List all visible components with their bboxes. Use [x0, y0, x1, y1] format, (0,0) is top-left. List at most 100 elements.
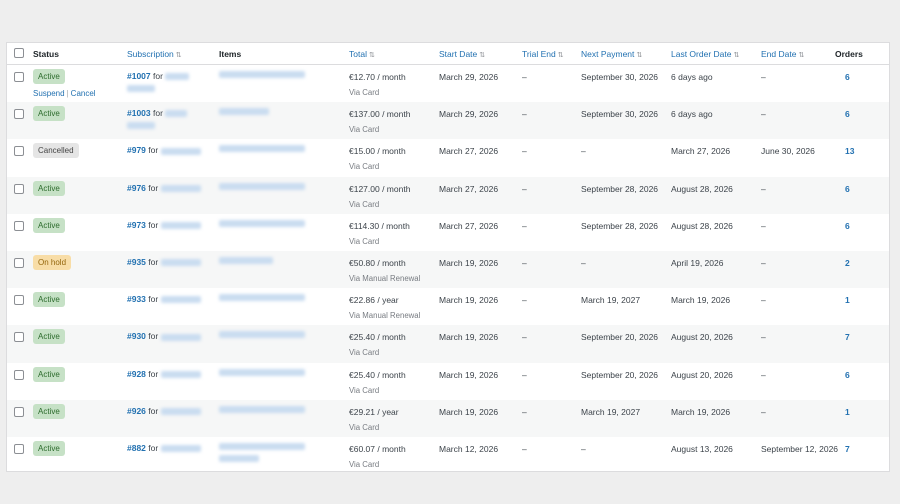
table-row[interactable]: Active #976 for €127.00 / month Via Card Ma…: [7, 176, 889, 214]
cancel-link[interactable]: Cancel: [71, 89, 96, 98]
start-date: March 27, 2026: [439, 220, 499, 231]
orders-count-link[interactable]: 6: [845, 370, 850, 380]
orders-count-link[interactable]: 7: [845, 444, 850, 454]
status-badge: Active: [33, 217, 65, 233]
customer-name-redacted[interactable]: [165, 73, 190, 81]
customer-name-redacted[interactable]: [160, 184, 201, 192]
subscription-link[interactable]: #1007: [127, 71, 151, 81]
next-payment: March 19, 2027: [581, 406, 641, 417]
subscription-link[interactable]: #979: [127, 145, 146, 155]
item-redacted[interactable]: [219, 368, 305, 376]
orders-count-link[interactable]: 6: [845, 184, 850, 194]
table-row[interactable]: Active #1003 for €137.00 / month Via Card M…: [7, 102, 889, 140]
item-redacted[interactable]: [219, 257, 273, 264]
trial-end: –: [522, 258, 527, 268]
column-trial-end[interactable]: Trial End ⇅: [522, 49, 564, 59]
table-row[interactable]: Active #882 for €60.07 / month Via Card Mar…: [7, 437, 889, 471]
row-checkbox[interactable]: [14, 444, 24, 454]
end-date: –: [761, 295, 766, 306]
orders-count-link[interactable]: 13: [845, 146, 854, 156]
table-row[interactable]: Active #928 for €25.40 / month Via Card Mar…: [7, 363, 889, 400]
row-checkbox[interactable]: [14, 332, 24, 343]
row-checkbox[interactable]: [14, 183, 24, 194]
subscription-link[interactable]: #976: [127, 183, 146, 193]
subscription-cell: #935 for: [127, 257, 201, 267]
total-cell: €114.30 / month Via Card: [349, 221, 410, 246]
orders-count-link[interactable]: 6: [845, 221, 850, 231]
item-redacted[interactable]: [219, 405, 305, 413]
last-order-date: 6 days ago: [671, 109, 713, 120]
next-payment: –: [581, 444, 586, 454]
status-badge: Active: [33, 441, 65, 456]
table-row[interactable]: Active #930 for €25.40 / month Via Card Mar…: [7, 325, 889, 363]
row-checkbox[interactable]: [14, 406, 24, 417]
customer-name-redacted[interactable]: [160, 445, 201, 453]
item-redacted[interactable]: [219, 182, 305, 190]
column-total[interactable]: Total ⇅: [349, 49, 375, 59]
customer-name-redacted[interactable]: [160, 333, 201, 341]
next-payment: –: [581, 258, 586, 268]
table-row[interactable]: Active #933 for €22.86 / year Via Manual R…: [7, 288, 889, 325]
table-row[interactable]: Active Suspend | Cancel #1007 for €12.70 / m…: [7, 65, 889, 102]
customer-name-redacted[interactable]: [160, 147, 201, 155]
row-checkbox[interactable]: [14, 72, 24, 82]
subscription-link[interactable]: #882: [127, 443, 146, 453]
item-redacted[interactable]: [219, 331, 305, 339]
customer-name-redacted[interactable]: [160, 370, 201, 378]
orders-count-link[interactable]: 7: [845, 332, 850, 342]
payment-method: Via Card: [349, 422, 380, 432]
row-checkbox[interactable]: [14, 295, 24, 306]
row-checkbox[interactable]: [14, 220, 24, 231]
orders-count-link[interactable]: 1: [845, 295, 850, 305]
customer-name-redacted[interactable]: [160, 408, 201, 416]
subscription-link[interactable]: #930: [127, 331, 146, 341]
row-checkbox[interactable]: [14, 369, 24, 380]
column-next-payment-label: Next Payment: [581, 49, 635, 59]
subscription-link[interactable]: #973: [127, 220, 146, 230]
table-row[interactable]: Active #973 for €114.30 / month Via Card Ma…: [7, 214, 889, 251]
customer-name-redacted[interactable]: [160, 259, 201, 267]
column-end-date-label: End Date: [761, 49, 797, 59]
row-checkbox[interactable]: [14, 258, 24, 268]
orders-count-link[interactable]: 6: [845, 72, 850, 82]
item-redacted[interactable]: [219, 145, 305, 153]
status-badge: Active: [33, 69, 65, 84]
column-end-date[interactable]: End Date ⇅: [761, 49, 804, 59]
item-redacted[interactable]: [219, 71, 305, 78]
column-subscription[interactable]: Subscription ⇅: [127, 49, 182, 59]
customer-name-redacted[interactable]: [160, 222, 201, 230]
orders-count-link[interactable]: 1: [845, 407, 850, 417]
row-checkbox[interactable]: [14, 146, 24, 157]
total-amount: €50.80 / month: [349, 258, 406, 268]
subscription-link[interactable]: #933: [127, 294, 146, 304]
column-start-date[interactable]: Start Date ⇅: [439, 49, 485, 59]
items-cell: [219, 294, 305, 302]
subscription-link[interactable]: #928: [127, 369, 146, 379]
orders-count-link[interactable]: 2: [845, 258, 850, 268]
row-checkbox[interactable]: [14, 109, 24, 120]
subscription-link[interactable]: #926: [127, 406, 146, 416]
subscription-link[interactable]: #935: [127, 257, 146, 267]
table-row[interactable]: Cancelled #979 for €15.00 / month Via Card…: [7, 139, 889, 176]
column-start-date-label: Start Date: [439, 49, 478, 59]
column-last-order-date[interactable]: Last Order Date ⇅: [671, 49, 739, 59]
subscription-cell: #979 for: [127, 145, 201, 155]
end-date: –: [761, 369, 766, 380]
item-redacted[interactable]: [219, 108, 269, 116]
table-row[interactable]: Active #926 for €29.21 / year Via Card Marc…: [7, 399, 889, 437]
item-redacted[interactable]: [219, 294, 305, 302]
item-redacted[interactable]: [219, 443, 305, 450]
for-label: for: [148, 257, 159, 267]
subscription-cell: #930 for: [127, 331, 201, 341]
sort-icon: ⇅: [733, 52, 740, 59]
column-next-payment[interactable]: Next Payment ⇅: [581, 49, 642, 59]
item-redacted[interactable]: [219, 219, 305, 227]
item-redacted-line2[interactable]: [219, 455, 259, 462]
select-all-checkbox[interactable]: [14, 48, 24, 58]
orders-count-link[interactable]: 6: [845, 109, 850, 119]
table-row[interactable]: On hold #935 for €50.80 / month Via Manual…: [7, 251, 889, 289]
customer-name-redacted[interactable]: [165, 110, 188, 118]
subscription-link[interactable]: #1003: [127, 108, 151, 118]
customer-name-redacted[interactable]: [160, 296, 201, 304]
suspend-link[interactable]: Suspend: [33, 89, 65, 98]
